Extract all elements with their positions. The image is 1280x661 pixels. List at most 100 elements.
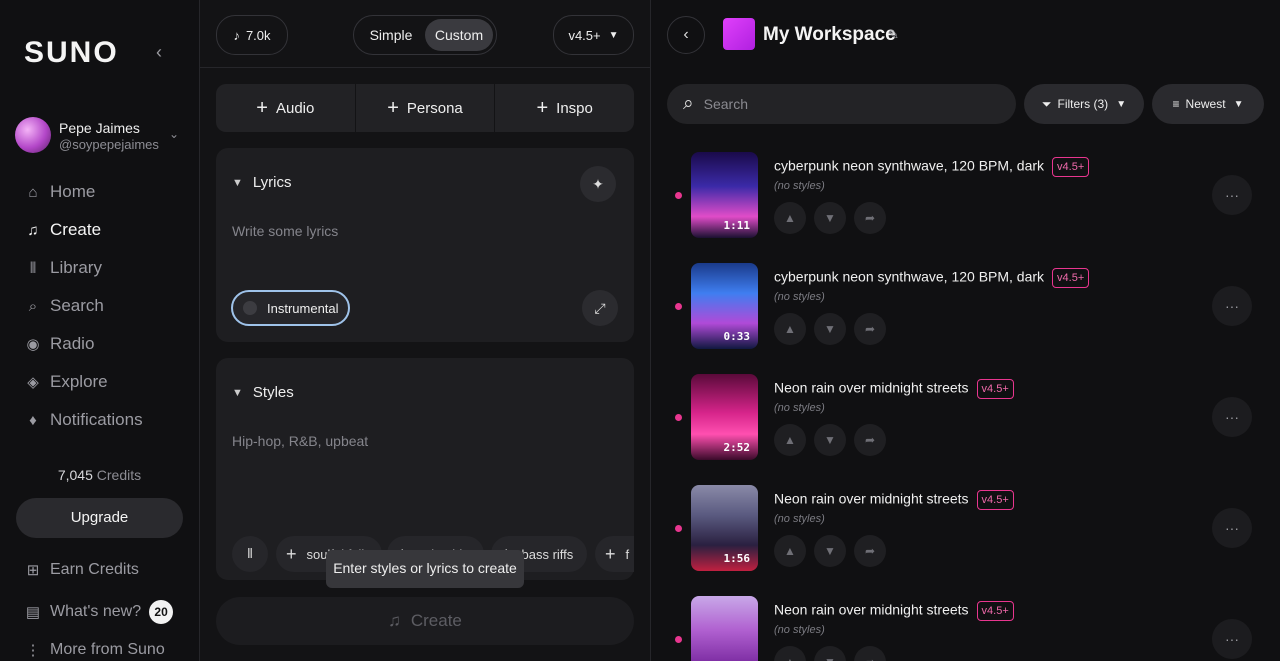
- song-row[interactable]: 1:11 cyberpunk neon synthwave, 120 BPM, …: [667, 152, 1267, 242]
- share-icon[interactable]: ➦: [854, 202, 886, 234]
- new-indicator-dot: [675, 636, 682, 643]
- song-title[interactable]: Neon rain over midnight streets v4.5+: [774, 379, 1014, 399]
- new-indicator-dot: [675, 525, 682, 532]
- song-cover[interactable]: 0:33: [691, 263, 758, 349]
- library-icon[interactable]: ⫴: [232, 536, 268, 572]
- suno-logo[interactable]: SUNO: [24, 36, 119, 70]
- thumbs-up-icon[interactable]: ▲: [774, 535, 806, 567]
- magic-wand-icon[interactable]: ✦: [580, 166, 616, 202]
- add-audio-label: Audio: [275, 99, 315, 117]
- lyrics-card: ▼ Lyrics ✦ Write some lyrics Instrumental…: [216, 148, 634, 342]
- mode-simple-tab[interactable]: Simple: [357, 19, 425, 51]
- song-cover[interactable]: 1:11: [691, 152, 758, 238]
- thumbs-up-icon[interactable]: ▲: [774, 424, 806, 456]
- caret-down-icon: ▼: [608, 29, 619, 41]
- sidebar-item-search[interactable]: ⌕ Search: [24, 293, 194, 319]
- song-cover[interactable]: [691, 596, 758, 661]
- lyrics-toggle[interactable]: ▼ Lyrics: [232, 174, 292, 191]
- style-chip[interactable]: + f: [595, 536, 634, 572]
- add-audio-button[interactable]: + Audio: [216, 84, 356, 132]
- add-inspo-button[interactable]: + Inspo: [495, 84, 634, 132]
- sidebar-item-create[interactable]: ♫ Create: [24, 217, 194, 243]
- create-icon: ♫: [27, 221, 39, 239]
- plus-icon: +: [387, 96, 399, 119]
- thumbs-down-icon[interactable]: ▼: [814, 646, 846, 661]
- song-styles: (no styles): [774, 402, 825, 414]
- share-icon[interactable]: ➦: [854, 535, 886, 567]
- radio-icon: ◉: [26, 336, 40, 353]
- sidebar-item-radio[interactable]: ◉ Radio: [24, 331, 194, 357]
- user-menu[interactable]: Pepe Jaimes @soypepejaimes ⌄: [15, 117, 185, 155]
- song-actions: ▲▼➦: [774, 535, 894, 567]
- news-icon: ▤: [25, 604, 41, 621]
- search-input[interactable]: Search: [704, 96, 748, 112]
- version-badge: v4.5+: [976, 601, 1014, 621]
- more-from-suno-link[interactable]: ⋮ More from Suno: [24, 637, 194, 661]
- whats-new-badge: 20: [149, 600, 174, 624]
- chevron-down-icon: ⌄: [169, 127, 180, 141]
- workspace-search[interactable]: ⌕ Search: [667, 84, 1016, 124]
- mode-custom-tab[interactable]: Custom: [425, 19, 493, 51]
- credits-label: Credits: [96, 467, 142, 483]
- whats-new-link[interactable]: ▤ What's new? 20: [24, 599, 194, 625]
- sidebar-item-notifications[interactable]: ♦ Notifications: [24, 407, 194, 433]
- song-cover[interactable]: 2:52: [691, 374, 758, 460]
- song-title[interactable]: Neon rain over midnight streets v4.5+: [774, 601, 1014, 621]
- create-button[interactable]: ♫ Create: [216, 597, 634, 645]
- song-title[interactable]: cyberpunk neon synthwave, 120 BPM, dark v…: [774, 268, 1090, 288]
- song-actions: ▲▼➦: [774, 313, 894, 345]
- app-root: SUNO ‹ Pepe Jaimes @soypepejaimes ⌄ ⌂ Hom…: [0, 0, 1280, 661]
- sidebar-item-home[interactable]: ⌂ Home: [24, 179, 194, 205]
- new-indicator-dot: [675, 414, 682, 421]
- note-count-button[interactable]: ♪ 7.0k: [216, 15, 288, 55]
- styles-toggle[interactable]: ▼ Styles: [232, 384, 294, 401]
- share-icon[interactable]: ➦: [854, 646, 886, 661]
- caret-down-icon: ▼: [1116, 98, 1127, 110]
- sort-icon: ≡: [1172, 97, 1180, 111]
- song-title[interactable]: Neon rain over midnight streets v4.5+: [774, 490, 1014, 510]
- version-badge: v4.5+: [976, 379, 1014, 399]
- thumbs-down-icon[interactable]: ▼: [814, 424, 846, 456]
- library-icon: ⫴: [29, 259, 37, 277]
- more-options-icon[interactable]: ···: [1212, 619, 1252, 659]
- user-handle: @soypepejaimes: [59, 137, 159, 152]
- upgrade-button[interactable]: Upgrade: [16, 498, 183, 538]
- more-options-icon[interactable]: ···: [1212, 508, 1252, 548]
- more-options-icon[interactable]: ···: [1212, 286, 1252, 326]
- song-row[interactable]: 0:33 cyberpunk neon synthwave, 120 BPM, …: [667, 263, 1267, 353]
- song-row[interactable]: 2:52 Neon rain over midnight streets v4.5…: [667, 374, 1267, 464]
- lyrics-title: Lyrics: [252, 174, 292, 191]
- thumbs-up-icon[interactable]: ▲: [774, 313, 806, 345]
- song-row[interactable]: 1:56 Neon rain over midnight streets v4.5…: [667, 485, 1267, 575]
- earn-credits-link[interactable]: ⊞ Earn Credits: [24, 557, 194, 583]
- thumbs-down-icon[interactable]: ▼: [814, 535, 846, 567]
- share-icon[interactable]: ➦: [854, 424, 886, 456]
- model-selector[interactable]: v4.5+ ▼: [553, 15, 634, 55]
- collapse-sidebar-icon[interactable]: ‹: [156, 42, 176, 62]
- thumbs-down-icon[interactable]: ▼: [814, 202, 846, 234]
- edit-pencil-icon[interactable]: ✎: [888, 27, 899, 43]
- expand-icon[interactable]: ⤢: [582, 290, 618, 326]
- song-cover[interactable]: 1:56: [691, 485, 758, 571]
- styles-input[interactable]: Hip-hop, R&B, upbeat: [232, 433, 368, 449]
- instrumental-toggle[interactable]: Instrumental: [231, 290, 350, 326]
- note-count: 7.0k: [245, 27, 271, 43]
- filters-button[interactable]: ⏷ Filters (3) ▼: [1024, 84, 1144, 124]
- share-icon[interactable]: ➦: [854, 313, 886, 345]
- sort-button[interactable]: ≡ Newest ▼: [1152, 84, 1264, 124]
- more-options-icon[interactable]: ···: [1212, 175, 1252, 215]
- add-persona-button[interactable]: + Persona: [356, 84, 496, 132]
- thumbs-up-icon[interactable]: ▲: [774, 202, 806, 234]
- more-options-icon[interactable]: ···: [1212, 397, 1252, 437]
- search-icon: ⌕: [28, 297, 38, 315]
- song-row[interactable]: Neon rain over midnight streets v4.5+ (no…: [667, 596, 1267, 661]
- song-styles: (no styles): [774, 180, 825, 192]
- back-button[interactable]: ‹: [667, 16, 705, 54]
- lyrics-input[interactable]: Write some lyrics: [232, 223, 338, 239]
- sidebar-item-library[interactable]: ⫴ Library: [24, 255, 194, 281]
- song-title[interactable]: cyberpunk neon synthwave, 120 BPM, dark v…: [774, 157, 1090, 177]
- thumbs-down-icon[interactable]: ▼: [814, 313, 846, 345]
- thumbs-up-icon[interactable]: ▲: [774, 646, 806, 661]
- sidebar-item-explore[interactable]: ◈ Explore: [24, 369, 194, 395]
- gift-icon: ⊞: [26, 562, 40, 579]
